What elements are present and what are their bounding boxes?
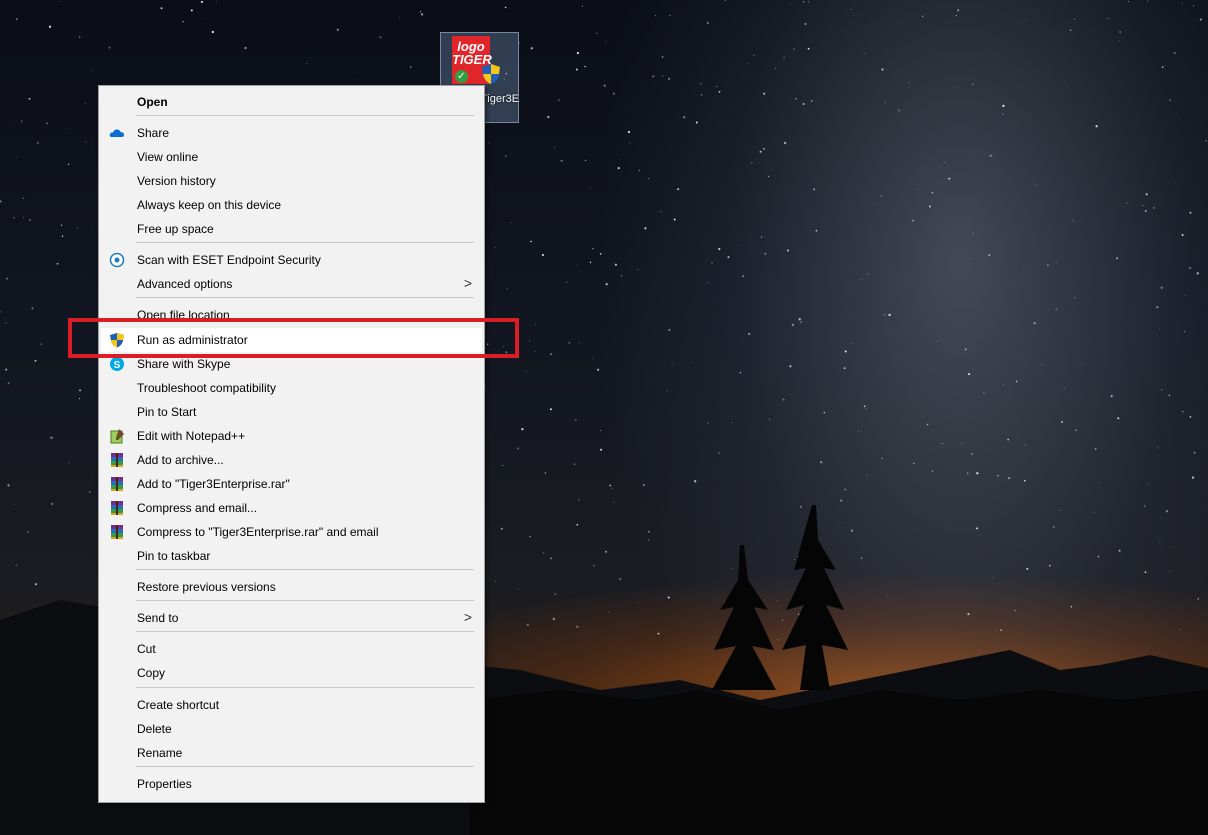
menu-item-label: Open	[137, 95, 168, 109]
menu-item-label: Version history	[137, 174, 216, 188]
menu-item-send-to[interactable]: Send to >	[101, 606, 482, 630]
eset-icon	[109, 252, 125, 268]
menu-item-label: Restore previous versions	[137, 580, 276, 594]
menu-item-label: Add to "Tiger3Enterprise.rar"	[137, 477, 290, 491]
menu-item-label: Troubleshoot compatibility	[137, 381, 276, 395]
menu-item-label: Compress to "Tiger3Enterprise.rar" and e…	[137, 525, 379, 539]
menu-item-free-up-space[interactable]: Free up space	[101, 217, 482, 241]
menu-separator	[136, 766, 474, 767]
menu-separator	[136, 569, 474, 570]
menu-item-label: Compress and email...	[137, 501, 258, 515]
menu-item-delete[interactable]: Delete	[101, 717, 482, 741]
menu-item-rename[interactable]: Rename	[101, 741, 482, 765]
chevron-right-icon: >	[463, 275, 472, 291]
menu-item-scan-with-eset-endpoint-security[interactable]: Scan with ESET Endpoint Security	[101, 248, 482, 272]
menu-item-label: Create shortcut	[137, 698, 220, 712]
menu-item-copy[interactable]: Copy	[101, 661, 482, 685]
annotation-highlight-box	[68, 318, 519, 358]
onedrive-cloud-icon	[109, 125, 125, 141]
menu-item-advanced-options[interactable]: Advanced options >	[101, 272, 482, 296]
menu-item-pin-to-start[interactable]: Pin to Start	[101, 400, 482, 424]
menu-item-label: Pin to Start	[137, 405, 197, 419]
context-menu: Open Share View online Version history Alway…	[98, 85, 485, 803]
svg-text:S: S	[114, 360, 121, 371]
sync-check-icon: ✓	[455, 70, 468, 83]
menu-item-open[interactable]: Open	[101, 90, 482, 114]
desktop-icon-label: Tiger3Enterprise	[481, 93, 519, 105]
menu-item-label: Send to	[137, 611, 179, 625]
menu-item-compress-to-tiger3enterprise-rar-and-email[interactable]: Compress to "Tiger3Enterprise.rar" and e…	[101, 520, 482, 544]
menu-item-always-keep-on-this-device[interactable]: Always keep on this device	[101, 193, 482, 217]
menu-item-edit-with-notepad[interactable]: Edit with Notepad++	[101, 424, 482, 448]
menu-item-add-to-archive[interactable]: Add to archive...	[101, 448, 482, 472]
menu-item-version-history[interactable]: Version history	[101, 169, 482, 193]
menu-item-label: Cut	[137, 642, 156, 656]
menu-item-label: Add to archive...	[137, 453, 224, 467]
skype-icon: S	[109, 356, 125, 372]
menu-item-cut[interactable]: Cut	[101, 637, 482, 661]
notepadpp-icon	[109, 428, 125, 444]
menu-item-properties[interactable]: Properties	[101, 772, 482, 796]
winrar-icon	[109, 452, 125, 468]
menu-item-compress-and-email[interactable]: Compress and email...	[101, 496, 482, 520]
menu-item-label: View online	[137, 150, 199, 164]
menu-item-label: Properties	[137, 777, 192, 791]
menu-item-share[interactable]: Share	[101, 121, 482, 145]
menu-separator	[136, 297, 474, 298]
menu-item-label: Advanced options	[137, 277, 233, 291]
menu-item-label: Free up space	[137, 222, 214, 236]
menu-separator	[136, 687, 474, 688]
menu-item-troubleshoot-compatibility[interactable]: Troubleshoot compatibility	[101, 376, 482, 400]
winrar-icon	[109, 500, 125, 516]
winrar-icon	[109, 524, 125, 540]
menu-item-label: Copy	[137, 666, 166, 680]
menu-item-label: Delete	[137, 722, 172, 736]
menu-item-label: Pin to taskbar	[137, 549, 211, 563]
menu-separator	[136, 242, 474, 243]
menu-item-label: Rename	[137, 746, 183, 760]
menu-separator	[136, 115, 474, 116]
chevron-right-icon: >	[463, 609, 472, 625]
menu-item-view-online[interactable]: View online	[101, 145, 482, 169]
menu-item-label: Always keep on this device	[137, 198, 282, 212]
menu-separator	[136, 600, 474, 601]
menu-separator	[136, 631, 474, 632]
menu-item-label: Share with Skype	[137, 357, 231, 371]
winrar-icon	[109, 476, 125, 492]
menu-item-create-shortcut[interactable]: Create shortcut	[101, 693, 482, 717]
menu-item-pin-to-taskbar[interactable]: Pin to taskbar	[101, 544, 482, 568]
menu-item-restore-previous-versions[interactable]: Restore previous versions	[101, 575, 482, 599]
menu-item-label: Share	[137, 126, 170, 140]
menu-item-add-to-tiger3enterprise-rar[interactable]: Add to "Tiger3Enterprise.rar"	[101, 472, 482, 496]
uac-shield-icon	[482, 64, 500, 84]
menu-item-label: Edit with Notepad++	[137, 429, 246, 443]
menu-item-label: Scan with ESET Endpoint Security	[137, 253, 321, 267]
